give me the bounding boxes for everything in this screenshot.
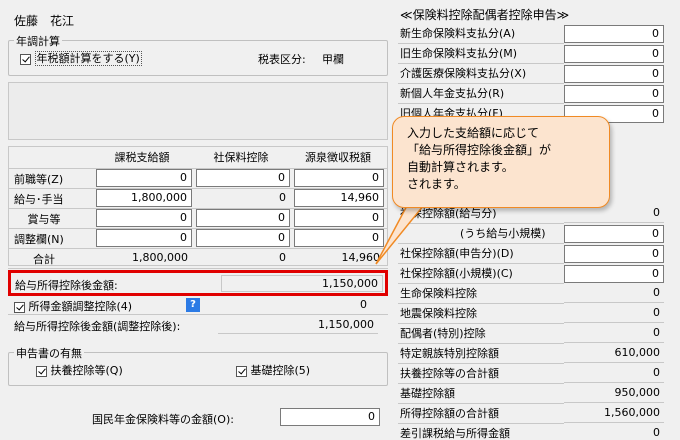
deduction-row-label: 地震保険料控除 <box>400 307 477 320</box>
deduction-row-value[interactable]: 0 <box>564 245 664 263</box>
help-icon: ? <box>186 298 200 312</box>
basic-checkbox-label: 基礎控除(5) <box>250 364 311 377</box>
deduction-row-value[interactable]: 0 <box>564 265 664 283</box>
col-header-social: 社保料控除 <box>213 151 269 164</box>
check-icon <box>36 365 47 377</box>
callout-line-4: されます。 <box>407 177 466 191</box>
deduction-row-label: 介護医療保険料支払分(X) <box>400 67 527 80</box>
deduction-row-value[interactable]: 0 <box>564 45 664 63</box>
table-cell: 0 <box>279 191 286 204</box>
adjust-checkbox[interactable]: 所得金額調整控除(4) <box>14 298 132 314</box>
adjust-checkbox-label: 所得金額調整控除(4) <box>28 300 133 313</box>
deduction-row-label: 新個人年金支払分(R) <box>400 87 505 100</box>
deduction-row: 生命保険料控除 0 <box>398 284 666 304</box>
tax-class-label: 税表区分: <box>258 53 306 66</box>
table-cell[interactable]: 0 <box>96 229 192 247</box>
callout-arrow <box>375 200 429 265</box>
col-header-taxable: 課税支給額 <box>114 151 170 164</box>
adjust-value: 0 <box>360 298 367 311</box>
table-row-label: 合計 <box>33 253 55 266</box>
deduction-row-value[interactable]: 0 <box>564 65 664 83</box>
tax-class-value: 甲欄 <box>322 53 344 66</box>
table-row-label: 前職等(Z) <box>14 173 64 186</box>
deduction-row-label: 配偶者(特別)控除 <box>400 327 486 340</box>
deduction-row: 社保控除額(小規模)(C) 0 <box>398 264 666 284</box>
after-deduction-row: 給与所得控除後金額: 1,150,000 <box>8 270 388 296</box>
deduction-row: 扶養控除等の合計額 0 <box>398 364 666 384</box>
deduction-row-value: 950,000 <box>564 385 664 403</box>
table-row-label: 調整欄(N) <box>14 233 64 246</box>
dependent-checkbox-label: 扶養控除等(Q) <box>50 364 123 377</box>
deduction-row-label: 特定親族特別控除額 <box>400 347 499 360</box>
deduction-row: 配偶者(特別)控除 0 <box>398 324 666 344</box>
deduction-row: 所得控除額の合計額 1,560,000 <box>398 404 666 424</box>
check-icon <box>14 301 25 313</box>
after-deduction-value: 1,150,000 <box>221 275 383 292</box>
calc-tax-checkbox[interactable]: 年税額計算をする(Y) <box>20 50 142 66</box>
dependent-checkbox[interactable]: 扶養控除等(Q) <box>36 362 123 378</box>
adjusted-value: 1,150,000 <box>218 316 378 334</box>
deduction-row-value: 1,560,000 <box>564 405 664 423</box>
employee-name: 佐藤 花江 <box>14 14 75 28</box>
deduction-row-value: 0 <box>564 425 664 440</box>
deduction-row-label: 基礎控除額 <box>400 387 455 400</box>
deduction-row-value: 0 <box>564 325 664 343</box>
deduction-row-label: 差引課税給与所得金額 <box>400 427 510 440</box>
deduction-row: 地震保険料控除 0 <box>398 304 666 324</box>
table-cell[interactable]: 1,800,000 <box>96 189 192 207</box>
after-deduction-label: 給与所得控除後金額: <box>15 279 118 292</box>
right-panel-title: ≪保険料控除配偶者控除申告≫ <box>400 8 570 22</box>
calc-tax-checkbox-label: 年税額計算をする(Y) <box>34 51 142 66</box>
table-cell[interactable]: 0 <box>96 169 192 187</box>
table-cell: 0 <box>279 251 286 264</box>
deduction-row-value[interactable]: 0 <box>564 85 664 103</box>
deduction-row-label: 生命保険料控除 <box>400 287 477 300</box>
table-cell[interactable]: 0 <box>196 229 290 247</box>
help-button[interactable]: ? <box>186 297 200 312</box>
table-row-label: 給与･手当 <box>14 193 64 206</box>
deduction-row: 特定親族特別控除額 610,000 <box>398 344 666 364</box>
pension-label: 国民年金保険料等の金額(O): <box>92 413 234 426</box>
deduction-row-label: 新生命保険料支払分(A) <box>400 27 516 40</box>
callout-line-3: 自動計算されます。 <box>407 160 514 174</box>
deduction-row-value: 0 <box>564 305 664 323</box>
table-row-label: 賞与等 <box>27 213 61 226</box>
pension-input[interactable]: 0 <box>280 408 380 426</box>
deduction-row: 基礎控除額 950,000 <box>398 384 666 404</box>
deduction-row-value: 0 <box>564 365 664 383</box>
deduction-row: 新個人年金支払分(R) 0 <box>398 84 666 104</box>
nenchou-group-label: 年調計算 <box>14 33 62 49</box>
col-header-withholding: 源泉徴収税額 <box>305 151 371 164</box>
deduction-row-label: 所得控除額の合計額 <box>400 407 499 420</box>
deduction-row-label: 扶養控除等の合計額 <box>400 367 499 380</box>
deduction-row: 差引課税給与所得金額 0 <box>398 424 666 440</box>
callout-line-1: 入力した支給額に応じて <box>407 126 540 140</box>
basic-checkbox[interactable]: 基礎控除(5) <box>236 362 310 378</box>
table-cell[interactable]: 0 <box>196 209 290 227</box>
table-cell[interactable]: 0 <box>196 169 290 187</box>
deduction-row-value[interactable]: 0 <box>564 25 664 43</box>
deduction-row: 社保控除額(申告分)(D) 0 <box>398 244 666 264</box>
deduction-row-value: 0 <box>564 285 664 303</box>
table-cell: 1,800,000 <box>132 251 188 264</box>
deduction-row: 新生命保険料支払分(A) 0 <box>398 24 666 44</box>
check-icon <box>236 365 247 377</box>
deduction-row: 介護医療保険料支払分(X) 0 <box>398 64 666 84</box>
table-cell[interactable]: 0 <box>96 209 192 227</box>
deduction-row-label: (うち給与小規模) <box>460 227 546 240</box>
table-cell[interactable]: 0 <box>294 169 384 187</box>
adjusted-label: 給与所得控除後金額(調整控除後): <box>14 320 181 333</box>
callout-line-2: 「給与所得控除後金額」が <box>407 143 552 157</box>
callout-bubble: 入力した支給額に応じて 「給与所得控除後金額」が 自動計算されます。 されます。 <box>392 116 610 208</box>
deduction-row: (うち給与小規模) 0 <box>398 224 666 244</box>
deduction-row-value: 610,000 <box>564 345 664 363</box>
deduction-row: 旧生命保険料支払分(M) 0 <box>398 44 666 64</box>
deduction-row-label: 旧生命保険料支払分(M) <box>400 47 518 60</box>
deduction-row-value[interactable]: 0 <box>564 225 664 243</box>
filing-group-label: 申告書の有無 <box>14 345 84 361</box>
empty-panel <box>8 82 388 140</box>
check-icon <box>20 53 31 65</box>
